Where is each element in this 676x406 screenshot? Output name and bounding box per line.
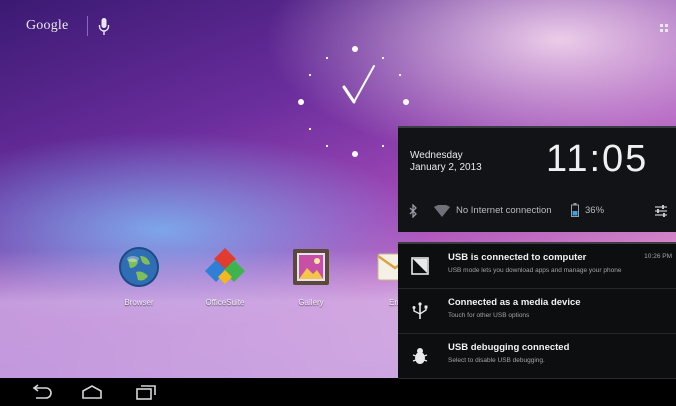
battery-icon bbox=[571, 203, 579, 217]
usb-icon bbox=[412, 302, 428, 319]
status-row: No Internet connection 36% bbox=[398, 196, 676, 226]
clock-status-panel[interactable]: Wednesday January 2, 2013 11:05 No Inter… bbox=[398, 126, 676, 232]
top-bar: Google bbox=[0, 0, 676, 46]
digital-time: 11:05 bbox=[546, 138, 649, 180]
bluetooth-icon bbox=[409, 204, 417, 218]
home-icon[interactable] bbox=[80, 384, 104, 400]
settings-sliders-icon[interactable] bbox=[654, 204, 668, 218]
notification-subtitle: Touch for other USB options bbox=[448, 312, 530, 319]
notification-usb-connected[interactable]: USB is connected to computer USB mode le… bbox=[398, 244, 676, 289]
notification-subtitle: USB mode lets you download apps and mana… bbox=[448, 267, 622, 274]
google-search-label[interactable]: Google bbox=[26, 18, 68, 34]
notification-media-device[interactable]: Connected as a media device Touch for ot… bbox=[398, 289, 676, 334]
home-screen: Google Browser OfficeSuite Gallery Em We… bbox=[0, 0, 676, 406]
recent-apps-icon[interactable] bbox=[134, 384, 158, 400]
microphone-icon[interactable] bbox=[98, 18, 110, 36]
app-label: OfficeSuite bbox=[205, 298, 245, 307]
app-officesuite[interactable]: OfficeSuite bbox=[190, 246, 260, 307]
weekday: Wednesday bbox=[410, 150, 463, 161]
all-apps-icon[interactable] bbox=[660, 24, 670, 34]
back-icon[interactable] bbox=[30, 384, 54, 400]
wifi-icon bbox=[434, 205, 450, 217]
notification-usb-debugging[interactable]: USB debugging connected Select to disabl… bbox=[398, 334, 676, 379]
battery-percent: 36% bbox=[585, 205, 605, 216]
debug-bug-icon bbox=[412, 348, 428, 364]
app-gallery[interactable]: Gallery bbox=[276, 246, 346, 307]
browser-globe-icon bbox=[119, 247, 159, 287]
app-label: Browser bbox=[124, 298, 154, 307]
app-label: Gallery bbox=[298, 298, 324, 307]
notification-title: USB debugging connected bbox=[448, 342, 570, 353]
network-status: No Internet connection bbox=[456, 205, 552, 216]
date-display: Wednesday January 2, 2013 bbox=[410, 150, 482, 174]
usb-mode-icon bbox=[411, 257, 429, 275]
officesuite-icon bbox=[205, 248, 245, 284]
notification-title: USB is connected to computer bbox=[448, 252, 587, 263]
notification-title: Connected as a media device bbox=[448, 297, 581, 308]
full-date: January 2, 2013 bbox=[410, 162, 482, 173]
gallery-icon bbox=[293, 249, 329, 285]
app-browser[interactable]: Browser bbox=[104, 246, 174, 307]
notification-subtitle: Select to disable USB debugging. bbox=[448, 357, 545, 364]
navigation-bar bbox=[0, 378, 676, 406]
notification-list: USB is connected to computer USB mode le… bbox=[398, 242, 676, 379]
notification-time: 10:26 PM bbox=[644, 253, 672, 260]
search-divider bbox=[87, 16, 88, 36]
